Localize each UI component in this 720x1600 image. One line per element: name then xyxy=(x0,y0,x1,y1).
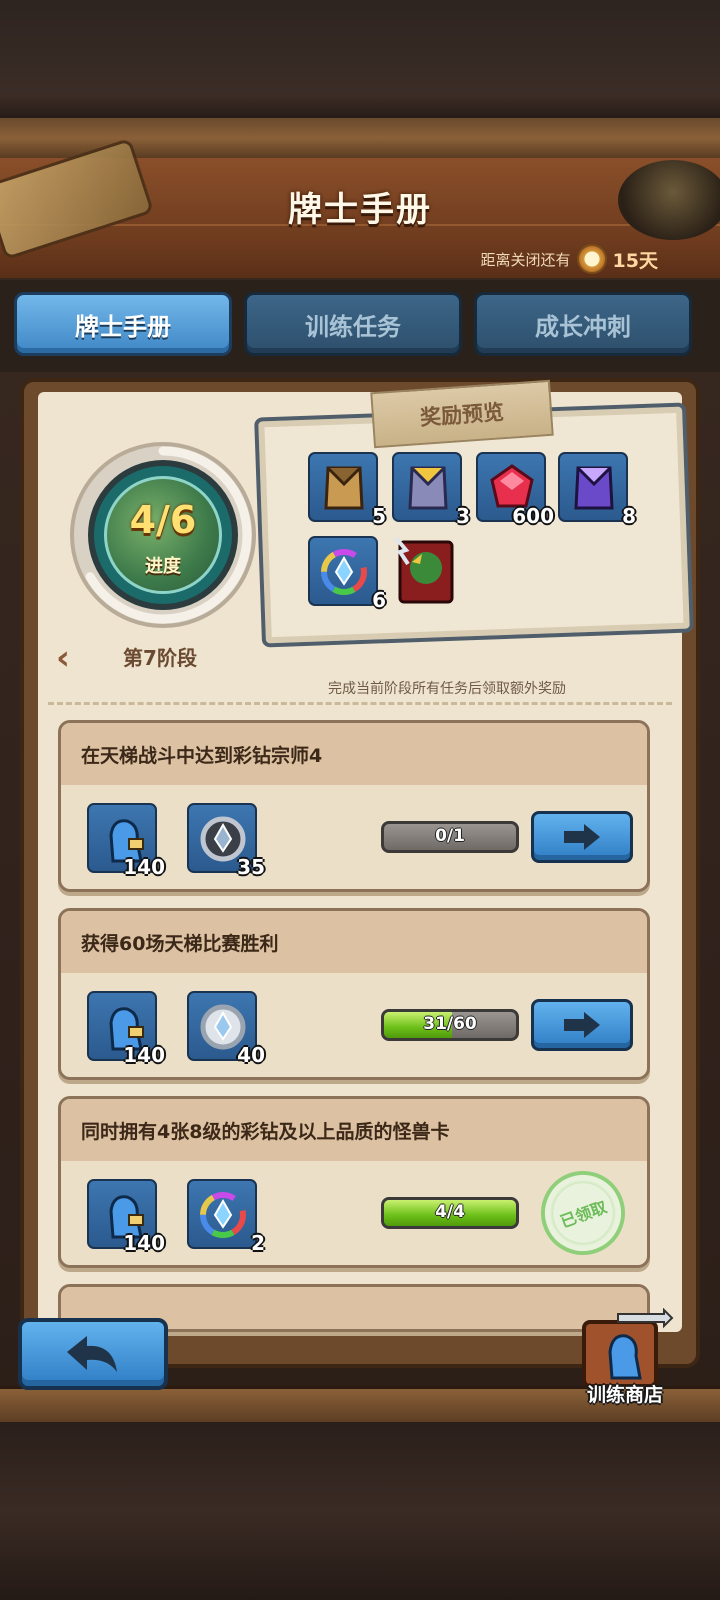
reward-slot[interactable]: 5 xyxy=(308,452,386,528)
task-reward-count: 140 xyxy=(123,1231,165,1255)
reward-count: 8 xyxy=(622,504,636,528)
task-reward-slot[interactable]: 140 xyxy=(87,803,165,879)
back-button[interactable] xyxy=(18,1318,168,1390)
reward-count: 5 xyxy=(372,504,386,528)
task-reward-count: 35 xyxy=(237,855,265,879)
task-reward-slot[interactable]: 40 xyxy=(187,991,265,1067)
reward-hint: 完成当前阶段所有任务后领取额外奖励 xyxy=(328,681,566,697)
purple-card-pack-icon xyxy=(574,466,614,510)
reward-slot[interactable]: 600 xyxy=(476,452,554,528)
clock-icon xyxy=(576,244,607,274)
task-progress-text: 31/60 xyxy=(423,1014,477,1034)
task-progress-text: 0/1 xyxy=(435,826,465,846)
task-reward-slot[interactable]: 35 xyxy=(187,803,265,879)
task-reward-slot[interactable]: 140 xyxy=(87,1179,165,1255)
silver-card-pack-icon xyxy=(408,466,448,510)
tab-growth-sprint[interactable]: 成长冲刺 xyxy=(474,292,692,356)
reward-slot[interactable]: 6 xyxy=(308,536,386,612)
reward-slot[interactable] xyxy=(392,534,458,606)
task-progress-text: 4/4 xyxy=(435,1202,465,1222)
countdown-value: 15天 xyxy=(612,249,658,272)
task-reward-count: 140 xyxy=(123,855,165,879)
task-reward-count: 40 xyxy=(237,1043,265,1067)
task-card: 同时拥有4张8级的彩钻及以上品质的怪兽卡 140 2 4/4 已领取 xyxy=(58,1096,650,1268)
arrow-right-icon xyxy=(564,824,600,850)
task-progress-bar: 31/60 xyxy=(381,1009,519,1041)
reward-count: 6 xyxy=(372,588,386,612)
task-reward-count: 140 xyxy=(123,1043,165,1067)
reward-slot[interactable]: 3 xyxy=(392,452,470,528)
task-title: 获得60场天梯比赛胜利 xyxy=(81,933,279,955)
claimed-stamp: 已领取 xyxy=(529,1159,637,1265)
go-to-task-button[interactable] xyxy=(531,811,633,863)
task-progress-bar: 0/1 xyxy=(381,821,519,853)
back-arrow-icon xyxy=(67,1336,117,1372)
top-background xyxy=(0,0,720,120)
reward-slot[interactable]: 8 xyxy=(558,452,636,528)
stage-progress-text: 4/6 xyxy=(129,498,197,542)
stage-progress-label: 进度 xyxy=(145,556,181,577)
tab-training-tasks[interactable]: 训练任务 xyxy=(244,292,462,356)
tab-handbook[interactable]: 牌士手册 xyxy=(14,292,232,356)
page-title: 牌士手册 xyxy=(288,190,432,230)
task-card: 在天梯战斗中达到彩钻宗师4 140 35 0/1 xyxy=(58,720,650,892)
task-reward-count: 2 xyxy=(251,1231,265,1255)
bronze-card-pack-icon xyxy=(324,466,364,510)
rainbow-diamond-badge-icon xyxy=(200,1192,246,1238)
task-title: 在天梯战斗中达到彩钻宗师4 xyxy=(81,745,323,767)
task-progress-bar: 4/4 xyxy=(381,1197,519,1229)
task-reward-slot[interactable]: 140 xyxy=(87,991,165,1067)
bottom-background xyxy=(0,1422,720,1600)
countdown-label: 距离关闭还有 xyxy=(480,250,571,269)
monster-card-icon xyxy=(394,536,454,604)
stage-name: 第7阶段 xyxy=(123,646,197,670)
rainbow-diamond-badge-icon xyxy=(321,549,367,595)
go-to-task-button[interactable] xyxy=(531,999,633,1051)
task-title: 同时拥有4张8级的彩钻及以上品质的怪兽卡 xyxy=(81,1121,450,1143)
divider xyxy=(48,702,672,705)
previous-stage-arrow-icon[interactable]: ‹ xyxy=(56,638,70,678)
reward-count: 600 xyxy=(512,504,554,528)
close-countdown: 距离关闭还有 15天 xyxy=(481,244,658,274)
arrow-right-icon xyxy=(564,1012,600,1038)
training-shop-label: 训练商店 xyxy=(586,1384,663,1406)
task-card: 获得60场天梯比赛胜利 140 40 31/60 xyxy=(58,908,650,1080)
task-reward-slot[interactable]: 2 xyxy=(187,1179,265,1255)
reward-count: 3 xyxy=(456,504,470,528)
